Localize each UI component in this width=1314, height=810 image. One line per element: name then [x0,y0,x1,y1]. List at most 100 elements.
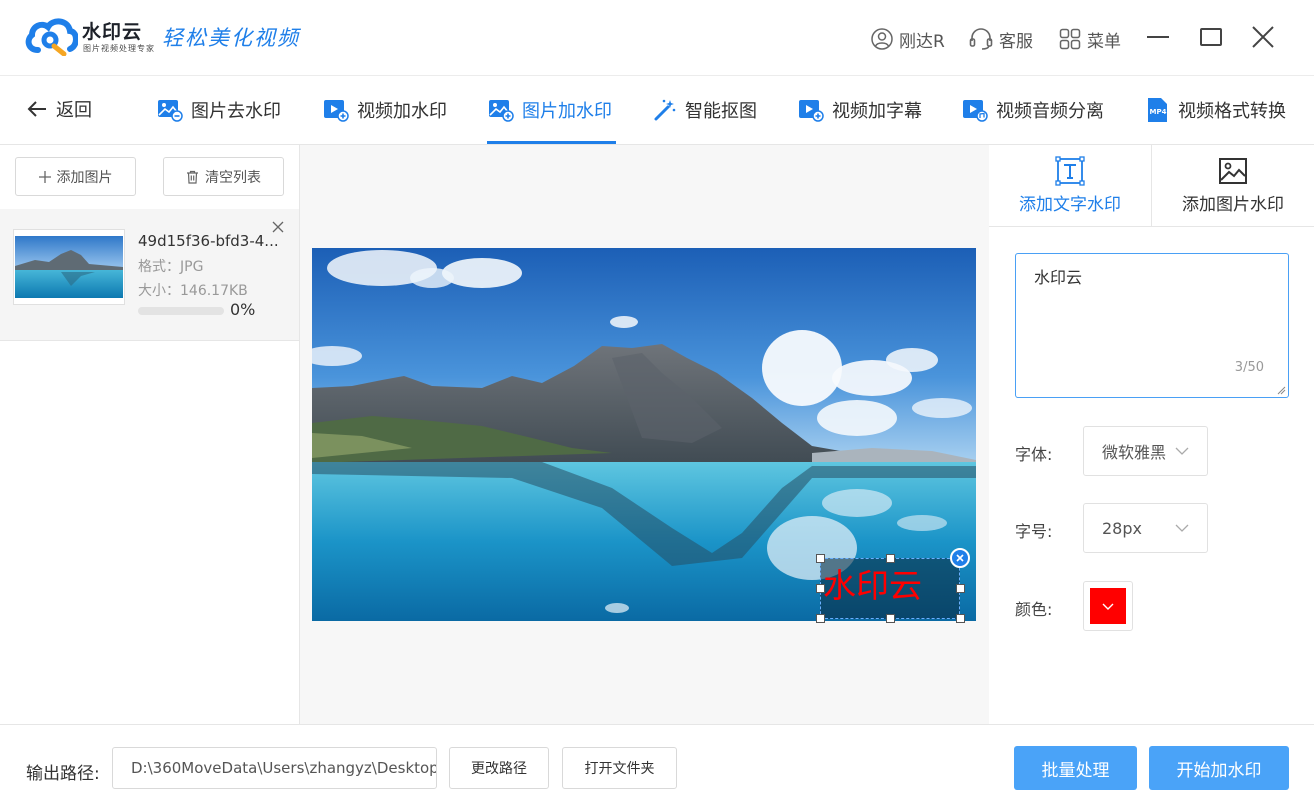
arrow-left-icon [27,101,46,117]
batch-process-button[interactable]: 批量处理 [1014,746,1137,790]
color-picker[interactable] [1083,581,1133,631]
color-swatch [1090,588,1126,624]
tab-image-watermark[interactable]: 添加图片水印 [1152,145,1314,227]
file-name: 49d15f36-bfd3-4... [138,232,279,250]
remove-file-icon[interactable] [271,220,285,234]
video-add-icon [324,100,349,122]
user-account[interactable]: 刚达R [870,24,945,54]
close-window-button[interactable] [1248,22,1278,52]
service-label: 客服 [999,31,1033,52]
minimize-button[interactable] [1143,22,1173,52]
clear-list-button[interactable]: 清空列表 [163,157,284,196]
file-list-panel: 添加图片 清空列表 49d15f36-bfd3-4... 格式：JPG 大小：1… [0,145,300,724]
char-counter: 3/50 [1234,360,1264,375]
image-icon [1219,158,1247,184]
tab-image-remove-watermark[interactable]: 图片去水印 [157,96,281,124]
size-select[interactable]: 28px [1083,503,1208,553]
tab-video-audio-split[interactable]: 视频音频分离 [962,96,1104,124]
file-list-item[interactable]: 49d15f36-bfd3-4... 格式：JPG 大小：146.17KB 0% [0,209,299,341]
close-icon [956,554,964,562]
file-format: 格式：JPG [138,259,204,275]
watermark-overlay-text: 水印云 [823,566,922,605]
tab-image-add-watermark[interactable]: 图片加水印 [488,96,612,124]
resize-handle-top[interactable] [886,554,895,563]
resize-handle-top-left[interactable] [816,554,825,563]
title-bar: 水印云 图片视频处理专家 轻松美化视频 刚达R 客服 菜单 [0,0,1314,76]
output-path-field[interactable]: D:\360MoveData\Users\zhangyz\Desktop [112,747,437,789]
app-name: 水印云 [82,21,143,43]
watermark-text-input[interactable]: 水印云 3/50 [1015,253,1289,398]
trash-icon [187,170,198,184]
back-button[interactable]: 返回 [26,96,92,122]
tab-text-watermark-label: 添加文字水印 [1019,195,1121,215]
image-remove-icon [158,100,183,122]
tab-image-watermark-label: 添加图片水印 [1182,195,1284,215]
app-window: 水印云 图片视频处理专家 轻松美化视频 刚达R 客服 菜单 返回 图片去水印 视… [0,0,1314,810]
customer-service-button[interactable]: 客服 [968,24,1033,54]
grid-menu-icon [1059,28,1081,50]
change-path-button[interactable]: 更改路径 [449,747,549,789]
bottom-bar: 输出路径: D:\360MoveData\Users\zhangyz\Deskt… [0,724,1314,810]
size-label: 字号: [1015,522,1053,541]
tab-video-format-convert[interactable]: MP4 视频格式转换 [1146,96,1286,124]
maximize-icon [1200,28,1222,46]
user-name: 刚达R [899,31,945,52]
tab-label: 视频音频分离 [996,101,1104,122]
tab-label: 视频加字幕 [832,101,922,122]
watermark-text-value: 水印云 [1034,268,1083,287]
tab-video-add-watermark[interactable]: 视频加水印 [323,96,447,124]
start-watermark-button[interactable]: 开始加水印 [1149,746,1289,790]
resize-handle-bottom[interactable] [886,614,895,623]
tab-smart-cutout[interactable]: 智能抠图 [653,96,757,124]
chevron-down-icon [1175,447,1189,455]
video-audio-icon [963,100,988,122]
text-t-icon [1055,156,1085,186]
resize-handle-bottom-left[interactable] [816,614,825,623]
menu-label: 菜单 [1087,31,1121,52]
mp4-icon: MP4 [1148,98,1167,122]
video-subtitle-icon [799,100,824,122]
font-select[interactable]: 微软雅黑 [1083,426,1208,476]
app-subtitle: 图片视频处理专家 [83,44,155,53]
resize-handle-right[interactable] [956,584,965,593]
tab-text-watermark[interactable]: 添加文字水印 [989,145,1151,227]
font-select-value: 微软雅黑 [1102,443,1167,462]
clear-list-label: 清空列表 [205,169,261,186]
menu-button[interactable]: 菜单 [1058,24,1121,54]
minimize-icon [1147,36,1169,38]
resize-grip-icon[interactable] [1277,386,1286,395]
add-image-label: 添加图片 [56,169,113,186]
tool-nav-bar: 返回 图片去水印 视频加水印 图片加水印 智能抠图 视频加字幕 视频音频分离 M… [0,76,1314,145]
resize-handle-left[interactable] [816,584,825,593]
user-icon [871,28,893,50]
preview-area [300,145,989,724]
tab-label: 图片去水印 [191,101,281,122]
mp4-badge: MP4 [1150,108,1167,116]
tab-video-subtitle[interactable]: 视频加字幕 [798,96,922,124]
file-progress-label: 0% [230,300,256,319]
magic-wand-icon [654,99,676,121]
app-slogan: 轻松美化视频 [162,26,300,50]
file-thumbnail [13,229,125,305]
close-icon [1252,26,1274,48]
tab-label: 智能抠图 [685,101,757,122]
tab-label: 图片加水印 [522,101,612,122]
back-label: 返回 [56,100,92,121]
resize-handle-bottom-right[interactable] [956,614,965,623]
color-label: 颜色: [1015,600,1053,619]
image-add-icon [489,100,514,122]
maximize-button[interactable] [1196,22,1226,52]
open-folder-button[interactable]: 打开文件夹 [562,747,677,789]
remove-watermark-button[interactable] [950,548,970,568]
watermark-overlay[interactable]: 水印云 [820,558,960,619]
cloud-logo-icon [25,18,78,56]
plus-icon [38,170,51,183]
headset-icon [969,28,993,50]
active-tab-indicator [487,141,616,144]
output-path-value: D:\360MoveData\Users\zhangyz\Desktop [131,759,437,777]
font-label: 字体: [1015,445,1053,464]
file-size: 大小：146.17KB [138,283,248,299]
tab-label: 视频加水印 [357,101,447,122]
size-select-value: 28px [1102,518,1142,538]
add-image-button[interactable]: 添加图片 [15,157,136,196]
